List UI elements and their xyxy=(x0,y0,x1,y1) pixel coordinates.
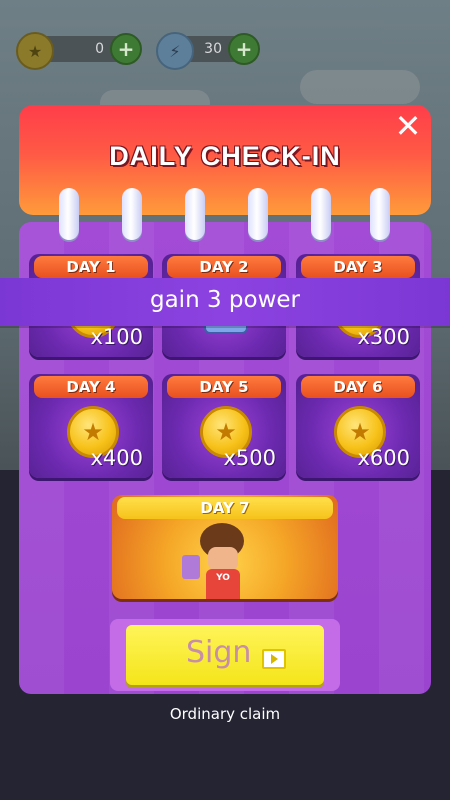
day-card-6[interactable]: DAY 6 ★ x600 xyxy=(296,374,420,478)
binder-ring xyxy=(59,188,79,240)
day-label: DAY 5 xyxy=(167,376,281,398)
reward-banner: gain 3 power xyxy=(0,278,450,326)
power-counter: ⚡ 30 + xyxy=(156,32,260,70)
sign-label: Sign xyxy=(186,635,252,670)
day-card-4[interactable]: DAY 4 ★ x400 xyxy=(29,374,153,478)
bag-icon xyxy=(182,555,200,579)
binder-ring xyxy=(370,188,390,240)
binder-ring xyxy=(248,188,268,240)
reward-amount: x100 xyxy=(90,325,143,349)
coin-count: 0 xyxy=(95,41,104,57)
day-card-5[interactable]: DAY 5 ★ x500 xyxy=(162,374,286,478)
sign-button[interactable]: Sign xyxy=(126,625,324,685)
day-label: DAY 2 xyxy=(167,256,281,278)
add-power-button[interactable]: + xyxy=(228,33,260,65)
reward-amount: x600 xyxy=(357,446,410,470)
character-shirt: YO xyxy=(206,569,240,599)
modal-title: DAILY CHECK-IN xyxy=(109,141,341,171)
video-ad-icon xyxy=(262,649,286,669)
binder-ring xyxy=(311,188,331,240)
lightning-icon: ⚡ xyxy=(156,32,194,70)
reward-amount: x500 xyxy=(223,446,276,470)
day-label: DAY 1 xyxy=(34,256,148,278)
day-label: DAY 3 xyxy=(301,256,415,278)
power-count: 30 xyxy=(204,41,222,57)
day-card-7[interactable]: DAY 7 YO xyxy=(112,495,338,599)
banner-text: gain 3 power xyxy=(149,287,300,313)
add-coins-button[interactable]: + xyxy=(110,33,142,65)
close-button[interactable]: ✕ xyxy=(391,109,425,143)
day-label: DAY 6 xyxy=(301,376,415,398)
coin-counter: ★ 0 + xyxy=(16,32,142,70)
star-coin-icon: ★ xyxy=(16,32,54,70)
binder-ring xyxy=(122,188,142,240)
day-label: DAY 7 xyxy=(117,497,333,519)
ordinary-claim-link[interactable]: Ordinary claim xyxy=(0,705,450,723)
character-face xyxy=(208,547,238,571)
reward-amount: x400 xyxy=(90,446,143,470)
day-label: DAY 4 xyxy=(34,376,148,398)
cloud-decoration xyxy=(300,70,420,104)
reward-amount: x300 xyxy=(357,325,410,349)
binder-ring xyxy=(185,188,205,240)
